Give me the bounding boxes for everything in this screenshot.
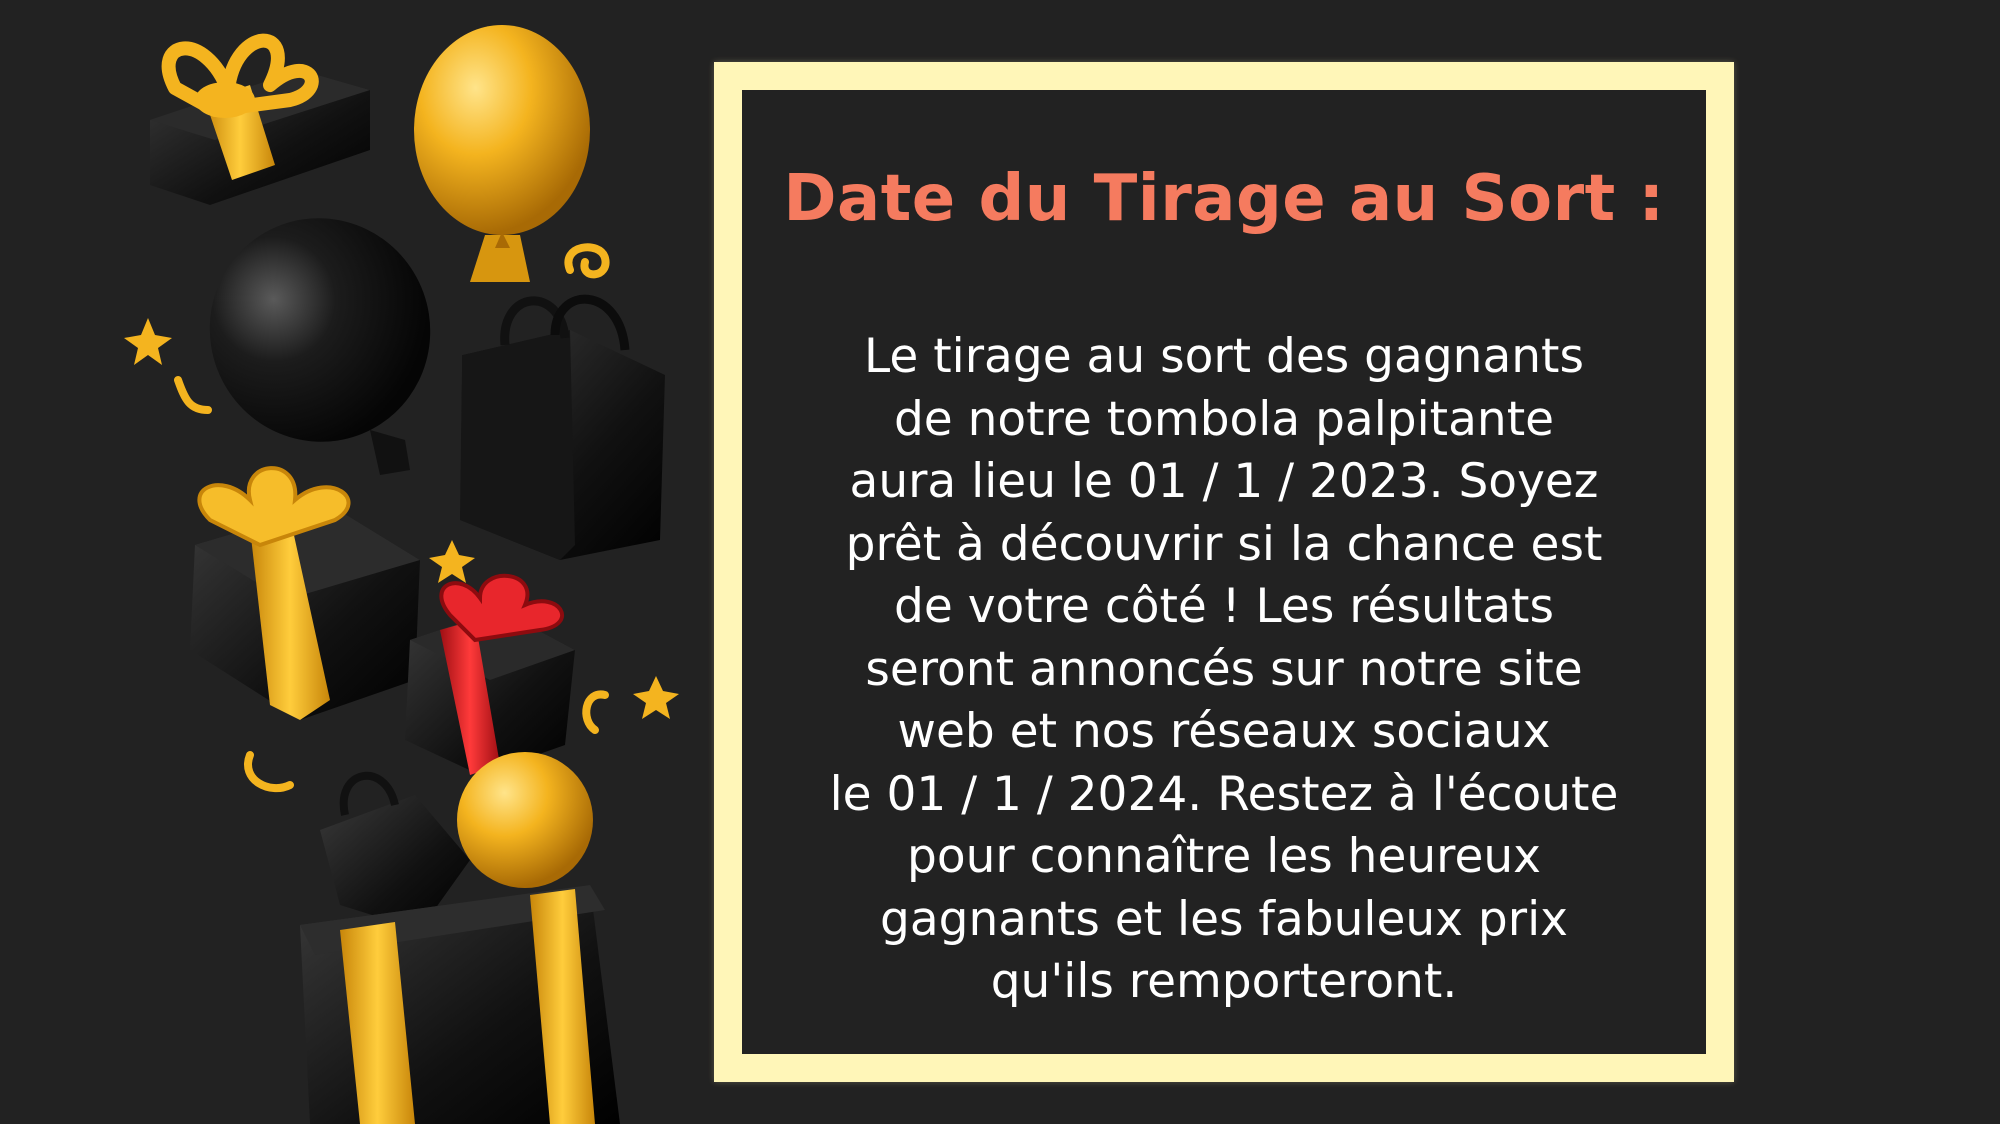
- shopping-bag-icon: [460, 294, 665, 560]
- gift-box-icon: [300, 885, 620, 1124]
- body-line: de notre tombola palpitante: [893, 391, 1555, 447]
- balloon-icon: [457, 752, 593, 888]
- heading-title: Date du Tirage au Sort :: [783, 162, 1665, 236]
- body-line: Le tirage au sort des gagnants: [864, 329, 1584, 384]
- star-icon: [633, 676, 679, 719]
- gift-box-icon: [405, 573, 575, 775]
- gift-box-icon: [150, 33, 370, 205]
- balloon-icon: [414, 25, 590, 282]
- star-icon: [429, 540, 475, 583]
- confetti-icon: [174, 376, 212, 414]
- body-line: le 01 / 1 / 2024. Restez à l'écoute: [829, 766, 1619, 822]
- body-line: pour connaître les heureux: [907, 829, 1541, 884]
- body-line: aura lieu le 01 / 1 / 2023. Soyez: [849, 454, 1599, 509]
- confetti-icon: [244, 751, 294, 793]
- body-line: web et nos réseaux sociaux: [897, 704, 1551, 759]
- body-line: qu'ils remporteront.: [990, 954, 1458, 1009]
- body-line: gagnants et les fabuleux prix: [880, 891, 1568, 947]
- body-paragraph: Le tirage au sort des gagnants de notre …: [782, 326, 1666, 1014]
- confetti-icon: [582, 690, 609, 734]
- body-line: de votre côté ! Les résultats: [894, 579, 1554, 634]
- balloon-icon: [209, 218, 431, 475]
- gift-box-icon: [190, 466, 420, 720]
- star-icon: [124, 318, 172, 365]
- confetti-icon: [564, 243, 610, 279]
- body-line: seront annoncés sur notre site: [865, 641, 1583, 697]
- party-illustration: [124, 25, 679, 1124]
- body-line: prêt à découvrir si la chance est: [845, 516, 1603, 572]
- content-frame: Date du Tirage au Sort : Le tirage au so…: [714, 62, 1734, 1082]
